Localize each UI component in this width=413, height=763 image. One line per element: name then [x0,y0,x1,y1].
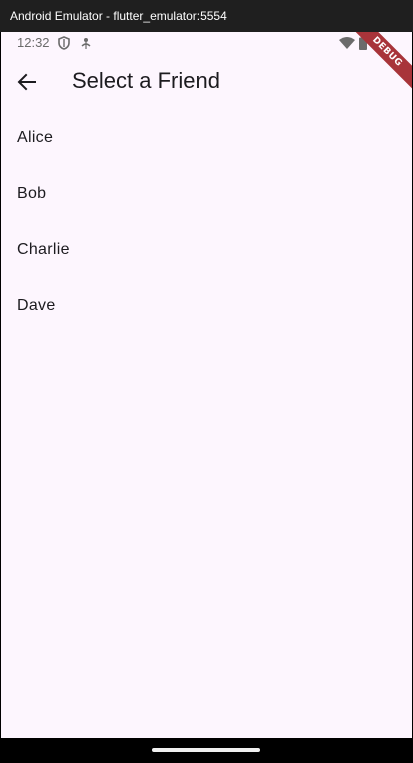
location-icon [81,38,91,49]
friend-item-bob[interactable]: Bob [1,166,412,222]
app-bar: Select a Friend [1,54,412,110]
friend-item-alice[interactable]: Alice [1,110,412,166]
arrow-back-icon [17,73,36,91]
shield-icon [58,36,70,50]
device-frame: 12:32 DEBUG Select a Friend Alice Bob Ch… [0,32,413,763]
window-titlebar: Android Emulator - flutter_emulator:5554 [0,0,413,32]
gesture-nav-bar [0,738,413,763]
window-title: Android Emulator - flutter_emulator:5554 [10,9,227,23]
page-title: Select a Friend [72,68,220,93]
app-screen: 12:32 DEBUG Select a Friend Alice Bob Ch… [1,32,412,738]
friend-list: Alice Bob Charlie Dave [1,110,412,334]
back-button[interactable] [11,66,43,98]
wifi-icon [339,37,355,49]
home-handle[interactable] [152,748,260,752]
status-time: 12:32 [17,35,50,50]
emulator-window: Android Emulator - flutter_emulator:5554… [0,0,413,763]
status-bar: 12:32 [1,32,412,54]
friend-item-dave[interactable]: Dave [1,278,412,334]
friend-item-charlie[interactable]: Charlie [1,222,412,278]
